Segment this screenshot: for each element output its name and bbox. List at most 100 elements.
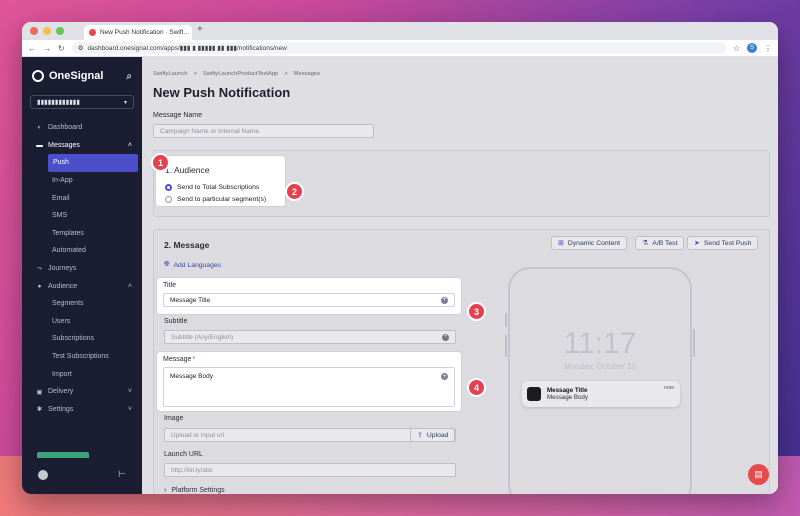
site-info-icon[interactable]: ⚙ bbox=[78, 44, 84, 52]
onesignal-favicon-icon bbox=[89, 29, 96, 36]
audience-icon: ● bbox=[37, 282, 42, 290]
upgrade-banner[interactable] bbox=[37, 452, 89, 458]
sidebar-item-test-subscriptions[interactable]: Test Subscriptions bbox=[22, 348, 142, 366]
sidebar-item-email[interactable]: Email bbox=[22, 189, 142, 207]
main-content: SwiftyLaunch > SwiftyLaunchProductTestAp… bbox=[142, 57, 778, 494]
sidebar-item-subscriptions[interactable]: Subscriptions bbox=[22, 330, 142, 348]
search-icon[interactable]: ⌕ bbox=[126, 71, 132, 82]
phone-side-button bbox=[505, 313, 507, 327]
subtitle-label: Subtitle bbox=[164, 318, 188, 325]
preview-clock: 11:17 bbox=[563, 327, 637, 360]
message-body-input[interactable]: Message Body + bbox=[163, 367, 455, 407]
breadcrumb-item[interactable]: SwiftyLaunch bbox=[153, 71, 187, 77]
close-window-button[interactable] bbox=[30, 27, 38, 35]
sidebar-item-templates[interactable]: Templates bbox=[22, 225, 142, 243]
send-test-push-button[interactable]: ➤ Send Test Push bbox=[687, 236, 759, 250]
breadcrumb-item[interactable]: SwiftyLaunchProductTestApp bbox=[203, 71, 278, 77]
sidebar-footer: ⊢ bbox=[22, 469, 142, 480]
browser-tab[interactable]: New Push Notification · Swift… × bbox=[84, 25, 192, 40]
subtitle-input[interactable]: Subtitle (Any/English) + bbox=[164, 330, 456, 344]
address-bar-row: ← → ↻ ⚙ dashboard.onesignal.com/apps/▮▮▮… bbox=[22, 40, 778, 57]
sidebar-item-automated[interactable]: Automated bbox=[22, 242, 142, 260]
personalize-plus-icon[interactable]: + bbox=[441, 296, 448, 304]
image-label: Image bbox=[164, 415, 184, 422]
new-tab-button[interactable]: + bbox=[197, 24, 203, 35]
minimize-window-button[interactable] bbox=[43, 27, 51, 35]
sidebar-item-audience[interactable]: ● Audience ˄ bbox=[22, 277, 142, 295]
sidebar-item-import[interactable]: Import bbox=[22, 365, 142, 383]
preview-notification-title: Message Title bbox=[547, 387, 588, 394]
delivery-icon: ▣ bbox=[36, 388, 43, 396]
sidebar-item-in-app[interactable]: In-App bbox=[22, 172, 142, 190]
ab-test-button[interactable]: ⚗ A/B Test bbox=[635, 236, 685, 250]
dashboard-icon: ◐ bbox=[37, 124, 42, 132]
profile-avatar[interactable]: S bbox=[747, 43, 757, 53]
personalize-plus-icon[interactable]: + bbox=[442, 333, 449, 341]
app-selector-value: ▮▮▮▮▮▮▮▮▮▮▮▮ bbox=[37, 99, 80, 106]
dynamic-content-button[interactable]: ⊞ Dynamic Content bbox=[551, 236, 628, 250]
dynamic-content-icon: ⊞ bbox=[558, 240, 564, 247]
audience-section-title: 1. Audience bbox=[165, 165, 210, 175]
sidebar-item-journeys[interactable]: ⤳ Journeys bbox=[22, 260, 142, 278]
apple-icon bbox=[527, 387, 541, 401]
chevron-right-icon: › bbox=[164, 487, 167, 494]
radio-selected[interactable] bbox=[165, 183, 172, 191]
audience-highlight: 1. Audience Send to Total Subscriptions … bbox=[156, 156, 285, 206]
callout-badge-3: 3 bbox=[467, 302, 486, 321]
sidebar-item-settings[interactable]: ✱ Settings ˅ bbox=[22, 401, 142, 419]
brand-name: OneSignal bbox=[49, 70, 104, 82]
personalize-plus-icon[interactable]: + bbox=[441, 373, 448, 380]
maximize-window-button[interactable] bbox=[56, 27, 64, 35]
sidebar-item-push[interactable]: Push bbox=[48, 154, 138, 172]
journeys-icon: ⤳ bbox=[36, 264, 43, 272]
app-selector[interactable]: ▮▮▮▮▮▮▮▮▮▮▮▮ ▾ bbox=[30, 95, 134, 109]
audience-option-total[interactable]: Send to Total Subscriptions bbox=[165, 181, 276, 193]
forward-icon[interactable]: → bbox=[43, 44, 51, 53]
sidebar-item-delivery[interactable]: ▣ Delivery ˅ bbox=[22, 383, 142, 401]
sidebar-item-users[interactable]: Users bbox=[22, 313, 142, 331]
support-chat-button[interactable]: ▤ bbox=[748, 464, 769, 485]
add-languages-link[interactable]: 🌐︎ Add Languages bbox=[164, 261, 221, 269]
back-icon[interactable]: ← bbox=[28, 44, 36, 53]
sidebar-item-segments[interactable]: Segments bbox=[22, 295, 142, 313]
messages-icon: ▬ bbox=[36, 141, 43, 149]
launch-url-input[interactable]: http://bit.ly/abc bbox=[164, 463, 456, 477]
callout-badge-2: 2 bbox=[285, 182, 304, 201]
user-avatar[interactable] bbox=[38, 469, 48, 480]
message-name-label: Message Name bbox=[153, 112, 203, 119]
radio-unselected[interactable] bbox=[165, 195, 172, 203]
flask-icon: ⚗ bbox=[642, 240, 649, 247]
sidebar-item-sms[interactable]: SMS bbox=[22, 207, 142, 225]
chevron-down-icon: ˅ bbox=[127, 405, 132, 413]
audience-option-segment[interactable]: Send to particular segment(s) bbox=[165, 193, 276, 205]
breadcrumb-item[interactable]: Messages bbox=[294, 71, 320, 77]
title-label: Title bbox=[163, 282, 176, 289]
onesignal-logo-icon bbox=[32, 70, 44, 82]
upload-button[interactable]: ⇪ Upload bbox=[410, 428, 456, 442]
bookmark-star-icon[interactable]: ☆ bbox=[733, 44, 740, 53]
callout-badge-1: 1 bbox=[151, 153, 170, 172]
preview-notification-body: Message Body bbox=[547, 394, 588, 401]
platform-settings-toggle[interactable]: › Platform Settings bbox=[164, 487, 225, 494]
preview-notification: Message Title Message Body now bbox=[522, 381, 680, 407]
page-title: New Push Notification bbox=[153, 85, 291, 100]
title-highlight: Title Message Title + bbox=[157, 278, 461, 314]
url-text: dashboard.onesignal.com/apps/▮▮▮ ▮ ▮▮▮▮▮… bbox=[87, 45, 287, 52]
phone-side-button bbox=[693, 329, 695, 357]
launch-url-label: Launch URL bbox=[164, 451, 203, 458]
browser-menu-icon[interactable]: ⋮ bbox=[764, 44, 772, 53]
preview-notification-time: now bbox=[663, 385, 674, 391]
breadcrumb-separator: > bbox=[284, 71, 288, 77]
sidebar-item-messages[interactable]: ▬ Messages ˄ bbox=[22, 137, 142, 155]
window-controls bbox=[30, 27, 64, 35]
message-name-input[interactable]: Campaign Name or Internal Name bbox=[153, 124, 374, 138]
collapse-sidebar-icon[interactable]: ⊢ bbox=[118, 469, 126, 480]
brand: OneSignal ⌕ bbox=[22, 57, 142, 88]
sidebar: OneSignal ⌕ ▮▮▮▮▮▮▮▮▮▮▮▮ ▾ ◐ Dashboard ▬ M… bbox=[22, 57, 142, 494]
url-bar[interactable]: ⚙ dashboard.onesignal.com/apps/▮▮▮ ▮ ▮▮▮… bbox=[71, 42, 726, 54]
title-input[interactable]: Message Title + bbox=[163, 293, 455, 307]
sidebar-item-dashboard[interactable]: ◐ Dashboard bbox=[22, 119, 142, 137]
reload-icon[interactable]: ↻ bbox=[58, 44, 65, 53]
globe-icon: 🌐︎ bbox=[164, 261, 170, 268]
message-highlight: Message* Message Body + bbox=[157, 352, 461, 411]
